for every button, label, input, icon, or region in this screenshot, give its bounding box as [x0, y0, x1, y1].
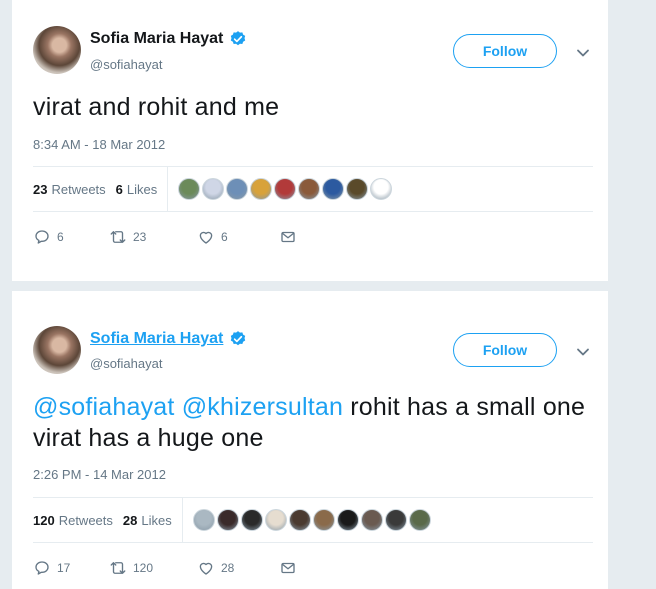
retweets-label: Retweets [58, 512, 113, 528]
likes-stat[interactable]: 6 Likes [116, 182, 158, 197]
envelope-icon [281, 231, 295, 243]
likes-count: 28 [122, 512, 138, 528]
reply-icon [35, 561, 49, 575]
tweet-text: virat and rohit and me [33, 93, 280, 121]
direct-message-action[interactable] [279, 228, 297, 246]
liker-avatar[interactable] [240, 509, 263, 531]
reply-count: 17 [57, 561, 71, 575]
tweet-card: Sofia Maria Hayat @sofiahayat Follow vir… [12, 0, 608, 281]
likes-label: Likes [126, 181, 158, 197]
avatar[interactable] [33, 326, 81, 374]
heart-icon [199, 231, 213, 244]
follow-button[interactable]: Follow [453, 333, 557, 367]
reply-action[interactable]: 17 [33, 559, 109, 577]
like-count: 6 [221, 230, 228, 244]
liker-avatar[interactable] [322, 178, 345, 200]
liker-avatars [178, 178, 393, 200]
like-action[interactable]: 6 [197, 228, 279, 246]
chevron-down-icon[interactable] [576, 46, 590, 60]
liker-avatar[interactable] [288, 509, 311, 531]
tweet-stats: 120 Retweets 28 Likes [33, 498, 431, 542]
tweet-timestamp[interactable]: 2:26 PM - 14 Mar 2012 [33, 467, 166, 482]
author-name-row: Sofia Maria Hayat [90, 30, 247, 48]
mention-link[interactable]: @sofiahayat [33, 393, 175, 421]
tweet-actions: 17 120 28 [33, 559, 297, 577]
retweets-label: Retweets [51, 181, 106, 197]
author-handle[interactable]: @sofiahayat [90, 57, 162, 72]
stats-bottom-divider [33, 542, 593, 543]
stats-bottom-divider [33, 211, 593, 212]
chevron-down-icon[interactable] [576, 345, 590, 359]
tweet-stats: 23 Retweets 6 Likes [33, 167, 393, 211]
like-action[interactable]: 28 [197, 559, 279, 577]
retweets-stat[interactable]: 23 Retweets [33, 182, 106, 197]
verified-badge-icon [231, 31, 246, 46]
liker-avatar[interactable] [370, 178, 393, 200]
liker-avatars [192, 509, 431, 531]
likes-count: 6 [115, 181, 123, 197]
liker-avatar[interactable] [178, 178, 201, 200]
liker-avatar[interactable] [202, 178, 225, 200]
liker-avatar[interactable] [216, 509, 239, 531]
author-display-name[interactable]: Sofia Maria Hayat [90, 30, 223, 48]
follow-button[interactable]: Follow [453, 34, 557, 68]
likes-label: Likes [141, 512, 172, 528]
tweet-card: Sofia Maria Hayat @sofiahayat Follow @so… [12, 291, 608, 589]
liker-avatar[interactable] [250, 178, 273, 200]
stats-separator [167, 167, 169, 211]
verified-badge-icon [231, 331, 246, 346]
heart-icon [199, 562, 213, 575]
tweet-timestamp[interactable]: 8:34 AM - 18 Mar 2012 [33, 137, 165, 152]
liker-avatar[interactable] [274, 178, 297, 200]
tweet-actions: 6 23 6 [33, 228, 297, 246]
liker-avatar[interactable] [360, 509, 383, 531]
liker-avatar[interactable] [408, 509, 431, 531]
retweets-stat[interactable]: 120 Retweets [33, 513, 113, 528]
direct-message-action[interactable] [279, 559, 297, 577]
avatar[interactable] [33, 26, 81, 74]
author-display-name[interactable]: Sofia Maria Hayat [90, 330, 223, 348]
mention-link[interactable]: @khizersultan [182, 393, 343, 421]
liker-avatar[interactable] [192, 509, 215, 531]
author-name-row: Sofia Maria Hayat [90, 330, 247, 348]
reply-count: 6 [57, 230, 64, 244]
tweet-text: @sofiahayat @khizersultan rohit has a sm… [33, 392, 593, 454]
liker-avatar[interactable] [312, 509, 335, 531]
retweet-icon [110, 231, 126, 243]
reply-icon [35, 230, 49, 244]
envelope-icon [281, 562, 295, 574]
liker-avatar[interactable] [336, 509, 359, 531]
liker-avatar[interactable] [346, 178, 369, 200]
retweet-action[interactable]: 120 [109, 559, 197, 577]
retweet-count: 23 [133, 230, 147, 244]
retweet-icon [110, 562, 126, 574]
retweet-action[interactable]: 23 [109, 228, 197, 246]
stats-separator [181, 498, 183, 542]
likes-stat[interactable]: 28 Likes [123, 513, 172, 528]
liker-avatar[interactable] [298, 178, 321, 200]
reply-action[interactable]: 6 [33, 228, 109, 246]
author-handle[interactable]: @sofiahayat [90, 356, 162, 371]
liker-avatar[interactable] [264, 509, 287, 531]
like-count: 28 [221, 561, 235, 575]
retweet-count: 120 [133, 561, 154, 575]
retweets-count: 23 [33, 181, 48, 197]
liker-avatar[interactable] [384, 509, 407, 531]
retweets-count: 120 [33, 512, 55, 528]
liker-avatar[interactable] [226, 178, 249, 200]
